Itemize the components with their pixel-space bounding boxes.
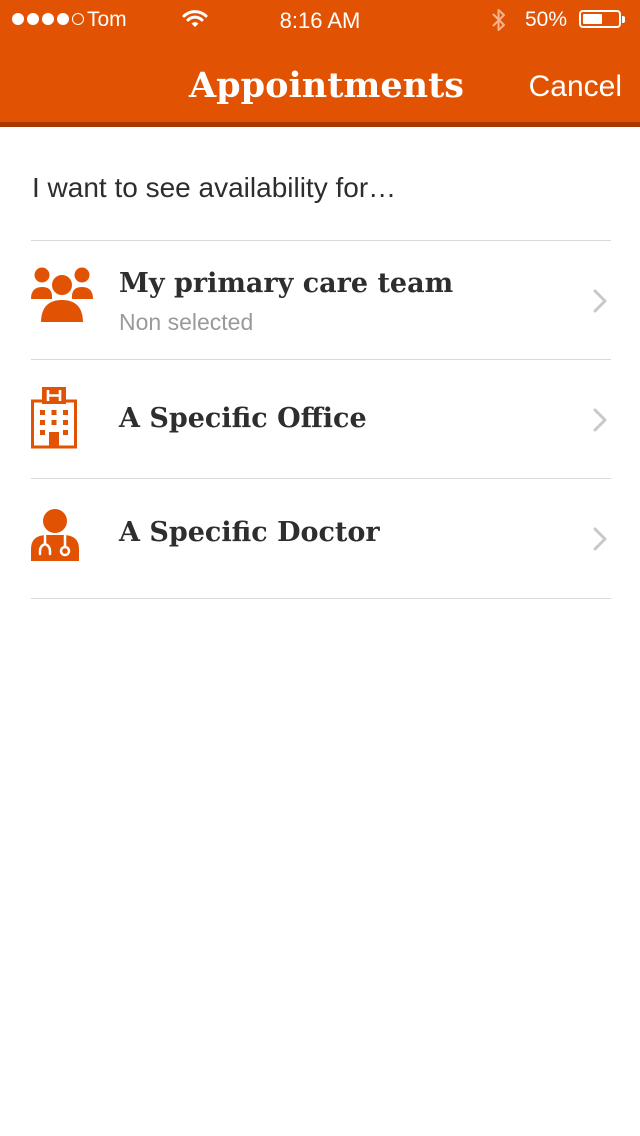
availability-options-list: My primary care team Non selected A Spec…	[31, 240, 611, 599]
chevron-right-icon	[593, 408, 607, 437]
option-subtitle: Non selected	[119, 309, 254, 335]
option-specific-office[interactable]: A Specific Office	[31, 360, 611, 478]
divider	[31, 598, 611, 599]
option-primary-care-team[interactable]: My primary care team Non selected	[31, 241, 611, 359]
bluetooth-icon	[490, 6, 508, 40]
option-title: My primary care team	[119, 268, 454, 299]
availability-prompt: I want to see availability for…	[32, 172, 397, 203]
hospital-icon	[31, 387, 77, 454]
chevron-right-icon	[593, 527, 607, 556]
status-bar: Tom 8:16 AM 50%	[0, 0, 640, 40]
cancel-button[interactable]: Cancel	[529, 69, 622, 105]
doctor-icon	[31, 509, 79, 566]
chevron-right-icon	[593, 289, 607, 318]
option-title: A Specific Office	[119, 403, 367, 434]
battery-percentage: 50%	[525, 8, 568, 31]
navigation-bar: Appointments Cancel	[0, 40, 640, 122]
option-title: A Specific Doctor	[119, 517, 380, 548]
app-header: Tom 8:16 AM 50% Appointments Cancel	[0, 0, 640, 127]
option-specific-doctor[interactable]: A Specific Doctor	[31, 479, 611, 598]
battery-icon	[579, 10, 625, 28]
team-icon	[31, 265, 93, 330]
